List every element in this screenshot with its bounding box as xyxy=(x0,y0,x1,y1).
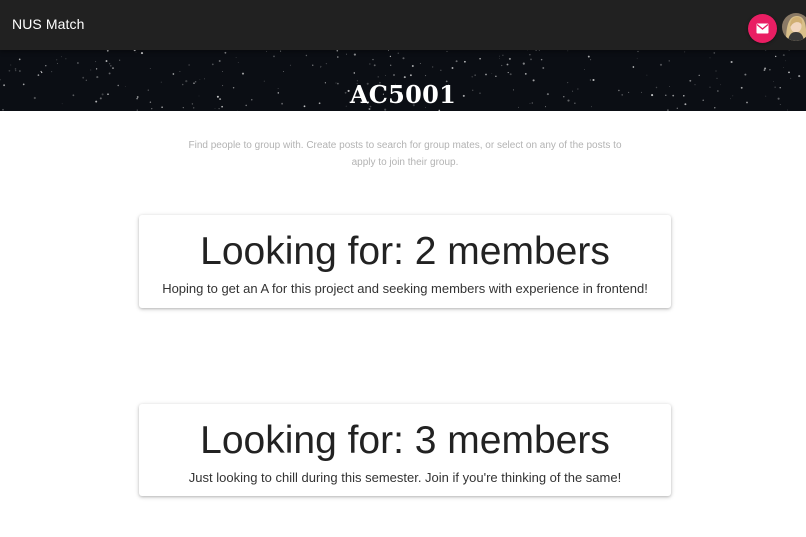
post-card[interactable]: Looking for: 2 members Hoping to get an … xyxy=(139,215,671,308)
post-card[interactable]: Looking for: 3 members Just looking to c… xyxy=(139,404,671,496)
intro-text: Find people to group with. Create posts … xyxy=(188,140,622,168)
post-description: Hoping to get an A for this project and … xyxy=(162,281,648,296)
mail-icon xyxy=(756,23,769,34)
post-description: Just looking to chill during this semest… xyxy=(188,470,622,485)
user-avatar[interactable] xyxy=(782,13,806,41)
app-brand[interactable]: NUS Match xyxy=(12,16,84,32)
post-title: Looking for: 3 members xyxy=(200,419,610,462)
mail-button[interactable] xyxy=(748,14,777,43)
post-title: Looking for: 2 members xyxy=(200,230,610,273)
course-title: AC5001 xyxy=(349,80,457,109)
app-bar: NUS Match xyxy=(0,0,806,50)
